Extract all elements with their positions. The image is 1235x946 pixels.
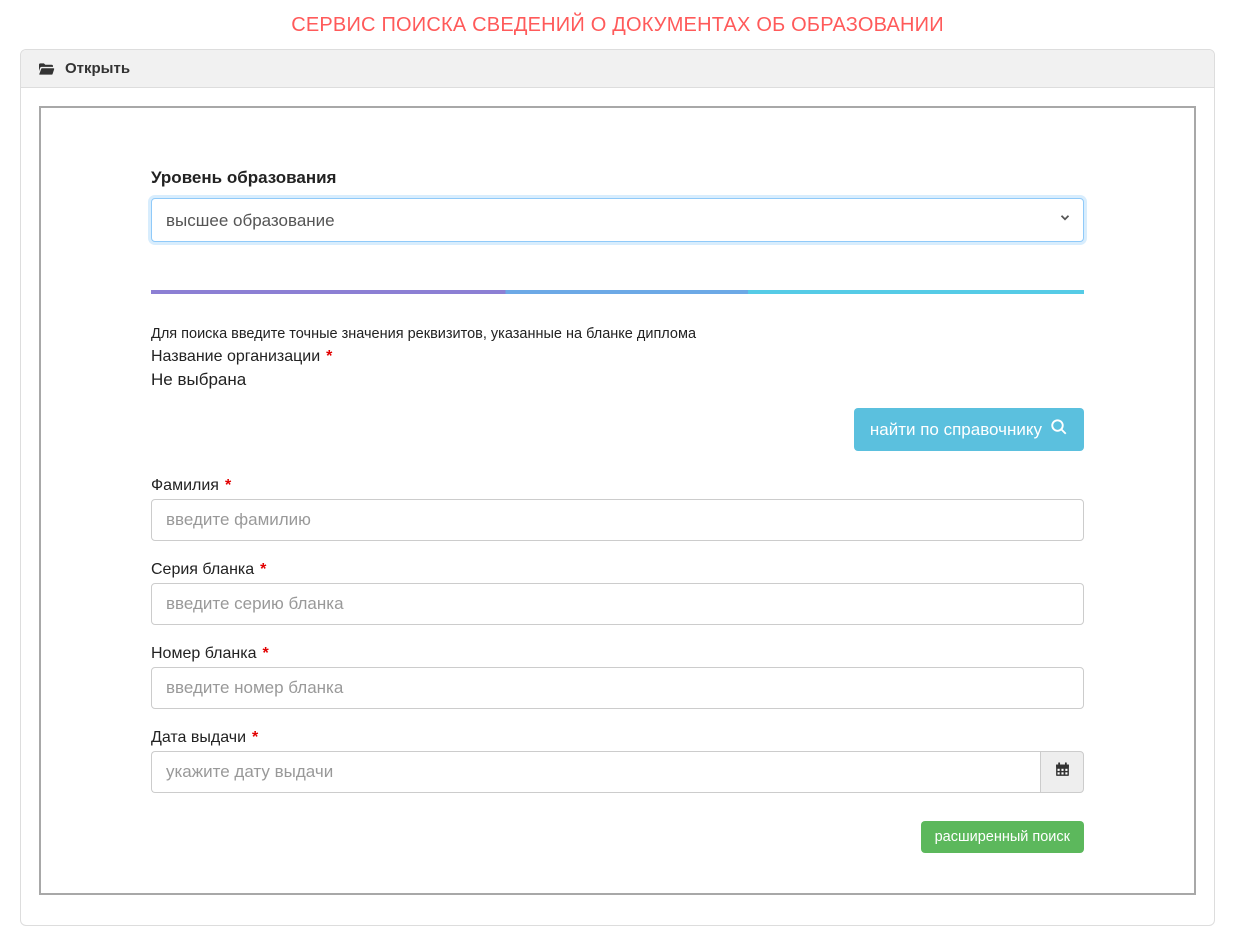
blank-number-label: Номер бланка * xyxy=(151,645,1084,663)
required-mark: * xyxy=(225,477,231,495)
required-mark: * xyxy=(260,561,266,579)
panel-header-label: Открыть xyxy=(65,60,130,77)
panel-body: Уровень образования высшее образование Д… xyxy=(21,88,1214,925)
education-level-select[interactable]: высшее образование xyxy=(151,198,1084,242)
search-icon xyxy=(1050,418,1068,441)
issue-date-input[interactable] xyxy=(151,751,1040,793)
extended-search-label: расширенный поиск xyxy=(935,829,1070,845)
blank-series-label: Серия бланка * xyxy=(151,561,1084,579)
main-panel: Открыть Уровень образования высшее образ… xyxy=(20,49,1215,926)
page-title: СЕРВИС ПОИСКА СВЕДЕНИЙ О ДОКУМЕНТАХ ОБ О… xyxy=(0,0,1235,49)
extended-search-button[interactable]: расширенный поиск xyxy=(921,821,1084,853)
organization-label: Название организации * xyxy=(151,348,1084,366)
blank-number-input[interactable] xyxy=(151,667,1084,709)
calendar-icon xyxy=(1054,761,1071,783)
find-in-directory-button[interactable]: найти по справочнику xyxy=(854,408,1084,451)
find-in-directory-label: найти по справочнику xyxy=(870,420,1042,440)
blank-series-input[interactable] xyxy=(151,583,1084,625)
form-hint: Для поиска введите точные значения рекви… xyxy=(151,326,1084,342)
required-mark: * xyxy=(252,729,258,747)
required-mark: * xyxy=(326,348,332,366)
surname-label: Фамилия * xyxy=(151,477,1084,495)
education-level-label: Уровень образования xyxy=(151,168,1084,188)
required-mark: * xyxy=(262,645,268,663)
surname-input[interactable] xyxy=(151,499,1084,541)
gradient-divider xyxy=(151,290,1084,294)
organization-value: Не выбрана xyxy=(151,370,1084,390)
issue-date-label: Дата выдачи * xyxy=(151,729,1084,747)
calendar-button[interactable] xyxy=(1040,751,1084,793)
search-form-card: Уровень образования высшее образование Д… xyxy=(39,106,1196,895)
panel-header-open[interactable]: Открыть xyxy=(21,50,1214,88)
folder-open-icon xyxy=(37,62,55,76)
